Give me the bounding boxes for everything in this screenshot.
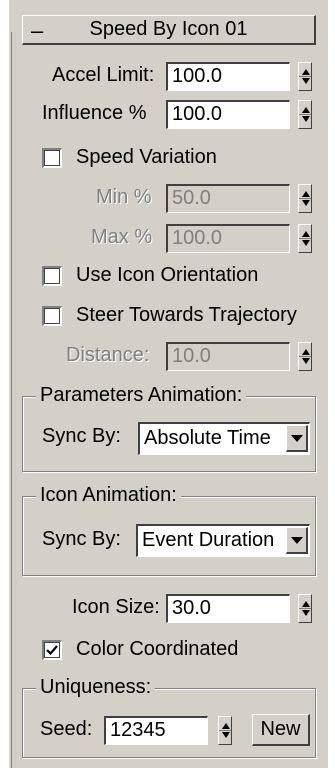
icon-size-input[interactable]: 30.0 [166,594,290,623]
spinner-down-icon[interactable] [302,240,310,246]
use-icon-orientation-label: Use Icon Orientation [76,264,259,286]
color-coordinated-checkbox[interactable] [42,640,62,660]
distance-input[interactable]: 10.0 [166,342,290,371]
dropdown-arrow-icon[interactable] [286,527,308,554]
spinner-up-icon[interactable] [302,191,310,197]
min-percent-input[interactable]: 50.0 [166,184,290,213]
max-percent-input[interactable]: 100.0 [166,224,290,253]
icon-sync-by-label: Sync By: [42,528,121,550]
spinner-up-icon[interactable] [302,69,310,75]
influence-input[interactable]: 100.0 [166,100,290,129]
parameters-animation-title: Parameters Animation: [36,384,247,407]
parameters-sync-by-value: Absolute Time [144,427,271,449]
icon-sync-by-value: Event Duration [142,529,275,551]
distance-label: Distance: [66,344,150,366]
uniqueness-title: Uniqueness: [36,676,156,699]
spinner-down-icon[interactable] [302,200,310,206]
influence-spinner[interactable] [298,100,312,129]
checkmark-icon [46,645,58,656]
accel-limit-spinner[interactable] [298,62,312,91]
rollout-title: Speed By Icon 01 [89,18,248,40]
spinner-down-icon[interactable] [222,732,230,738]
max-percent-spinner[interactable] [298,224,312,253]
spinner-down-icon[interactable] [302,78,310,84]
spinner-down-icon[interactable] [302,358,310,364]
rollout-header-speed-by-icon[interactable]: – Speed By Icon 01 [22,15,316,45]
dropdown-arrow-icon[interactable] [286,425,308,452]
spinner-up-icon[interactable] [302,231,310,237]
color-coordinated-label: Color Coordinated [76,638,239,660]
seed-input[interactable]: 12345 [104,716,208,745]
new-seed-button[interactable]: New [252,714,310,746]
spinner-down-icon[interactable] [302,610,310,616]
spinner-up-icon[interactable] [302,349,310,355]
max-percent-label: Max % [91,226,153,248]
spinner-down-icon[interactable] [302,116,310,122]
distance-spinner[interactable] [298,342,312,371]
icon-sync-by-dropdown[interactable]: Event Duration [136,524,310,557]
spinner-up-icon[interactable] [222,723,230,729]
steer-towards-trajectory-label: Steer Towards Trajectory [76,304,297,326]
spinner-up-icon[interactable] [302,107,310,113]
parameters-sync-by-dropdown[interactable]: Absolute Time [138,422,310,455]
min-percent-label: Min % [96,186,152,208]
accel-limit-input[interactable]: 100.0 [166,62,290,91]
min-percent-spinner[interactable] [298,184,312,213]
spinner-up-icon[interactable] [302,601,310,607]
speed-variation-checkbox[interactable] [42,148,62,168]
icon-size-label: Icon Size: [72,596,160,618]
influence-label: Influence % [42,102,147,124]
icon-size-spinner[interactable] [298,594,312,623]
parameters-sync-by-label: Sync By: [42,425,121,447]
seed-spinner[interactable] [218,716,232,745]
icon-animation-title: Icon Animation: [36,484,181,507]
steer-towards-trajectory-checkbox[interactable] [42,306,62,326]
seed-label: Seed: [40,718,93,740]
panel-divider [11,32,12,768]
accel-limit-label: Accel Limit: [52,64,155,86]
use-icon-orientation-checkbox[interactable] [42,266,62,286]
speed-variation-label: Speed Variation [76,146,217,168]
